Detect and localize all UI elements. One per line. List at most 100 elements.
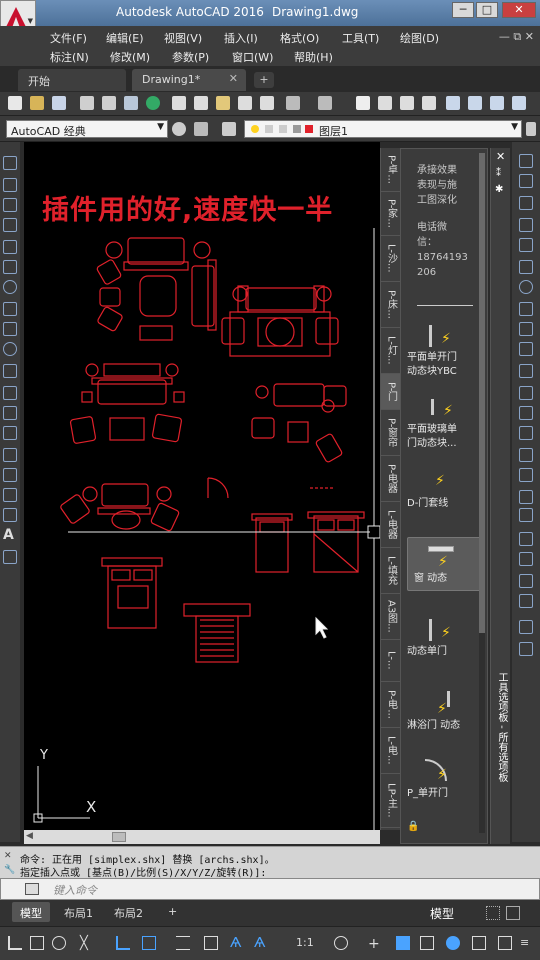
bring-front-icon[interactable] — [519, 552, 533, 566]
fillet-icon[interactable] — [519, 468, 533, 482]
menu-view[interactable]: 视图(V) — [164, 30, 202, 46]
draw-order-icon[interactable] — [519, 532, 533, 546]
customization-icon[interactable] — [498, 936, 512, 950]
tab-layout2[interactable]: 布局2 — [106, 902, 151, 922]
tool-dynamic-single-door[interactable]: ⚡ 动态单门 — [407, 615, 481, 659]
tab-start[interactable]: 开始 — [18, 69, 126, 91]
quick-properties-icon[interactable] — [472, 936, 486, 950]
explode-icon[interactable] — [519, 508, 533, 522]
drawing-canvas[interactable]: 插件用的好,速度快一半 Y X — [24, 142, 380, 830]
erase-icon[interactable] — [519, 154, 533, 168]
revision-cloud-icon[interactable] — [3, 302, 17, 316]
join-icon[interactable] — [519, 426, 533, 440]
tool-palettes-icon[interactable] — [490, 96, 504, 110]
gear-icon[interactable] — [172, 122, 186, 136]
maximize-button[interactable]: □ — [476, 2, 498, 18]
open-icon[interactable] — [30, 96, 44, 110]
new-icon[interactable] — [8, 96, 22, 110]
palette-tab-7[interactable]: P-电器 — [381, 456, 401, 502]
command-input[interactable]: 键入命令 — [0, 878, 540, 900]
polyline-icon[interactable] — [3, 198, 17, 212]
palette-tab-10[interactable]: A3图... — [381, 594, 401, 640]
autohide-icon[interactable]: ⁑ — [496, 168, 501, 179]
hatch-icon[interactable] — [3, 448, 17, 462]
make-current-icon[interactable] — [526, 122, 536, 136]
extend-icon[interactable] — [519, 364, 533, 378]
properties-icon[interactable] — [446, 96, 460, 110]
auto-scale-icon[interactable]: Ѧ — [254, 936, 268, 951]
tool-door-trim[interactable]: ⚡ D-门套线 — [407, 467, 481, 511]
array-icon[interactable] — [519, 238, 533, 252]
arc-icon[interactable] — [3, 260, 17, 274]
ellipse-arc-icon[interactable] — [3, 364, 17, 378]
undo-icon[interactable] — [286, 96, 300, 110]
tab-drawing1[interactable]: Drawing1* ✕ — [132, 69, 246, 91]
palette-tab-13[interactable]: L-电... — [381, 728, 401, 774]
palette-tab-14[interactable]: LP-主... — [381, 774, 401, 828]
palette-tab-1[interactable]: P-家... — [381, 192, 401, 236]
copy-object-icon[interactable] — [519, 174, 533, 188]
menu-window[interactable]: 窗口(W) — [232, 49, 273, 65]
close-icon[interactable]: ✕ — [229, 72, 238, 85]
scrollbar-thumb[interactable] — [112, 832, 126, 842]
design-center-icon[interactable] — [468, 96, 482, 110]
new-tab-button[interactable]: + — [254, 72, 274, 88]
text-front-icon[interactable] — [519, 642, 533, 656]
wrench-icon[interactable]: 🔧 — [4, 865, 15, 875]
spline-icon[interactable] — [3, 322, 17, 336]
menu-icon[interactable]: ≡ — [520, 936, 534, 950]
polar-icon[interactable] — [30, 936, 44, 950]
sheet-set-icon[interactable] — [512, 96, 526, 110]
circle-icon[interactable] — [3, 280, 17, 294]
tool-single-door-ybc[interactable]: ⚡ 平面单开门 动态块YBC — [407, 321, 481, 379]
save-icon[interactable] — [52, 96, 66, 110]
snap-icon[interactable] — [506, 906, 520, 920]
table-icon[interactable] — [3, 508, 17, 522]
blend-curves-icon[interactable] — [519, 490, 533, 504]
model-space-button[interactable]: 模型 — [430, 905, 454, 922]
line-icon[interactable] — [3, 156, 17, 170]
workspace-settings-icon[interactable] — [194, 122, 208, 136]
menu-parametric[interactable]: 参数(P) — [172, 49, 209, 65]
menu-dimension[interactable]: 标注(N) — [50, 49, 89, 65]
dynamic-ucs-icon[interactable] — [116, 936, 130, 950]
chamfer-icon[interactable] — [519, 448, 533, 462]
transparency-icon[interactable] — [204, 936, 218, 950]
palette-tab-2[interactable]: L-沙... — [381, 236, 401, 282]
zoom-realtime-icon[interactable] — [378, 96, 392, 110]
construction-line-icon[interactable] — [3, 178, 17, 192]
palette-tab-0[interactable]: P-卓... — [381, 148, 401, 192]
publish-icon[interactable] — [146, 96, 160, 110]
polygon-icon[interactable] — [3, 218, 17, 232]
cut-icon[interactable] — [172, 96, 186, 110]
palette-tab-11[interactable]: L-... — [381, 640, 401, 682]
palette-tab-4[interactable]: L-灯... — [381, 328, 401, 374]
menu-tools[interactable]: 工具(T) — [342, 30, 379, 46]
lineweight-icon[interactable] — [176, 936, 190, 950]
document-window-controls[interactable]: — ⧉ ✕ — [499, 30, 534, 44]
tool-shower-door[interactable]: ⚡ 淋浴门 动态 — [407, 689, 481, 733]
close-icon[interactable]: ✕ — [496, 150, 505, 163]
menu-file[interactable]: 文件(F) — [50, 30, 87, 46]
tool-glass-single-door[interactable]: ⚡ 平面玻璃单 门动态块... — [407, 393, 481, 451]
redo-icon[interactable] — [318, 96, 332, 110]
point-icon[interactable] — [3, 426, 17, 440]
close-icon[interactable]: ✕ — [4, 851, 14, 861]
palette-tab-3[interactable]: P-床... — [381, 282, 401, 328]
insert-block-icon[interactable] — [3, 386, 17, 400]
send-back-icon[interactable] — [519, 574, 533, 588]
horizontal-scrollbar[interactable]: ◀ — [24, 830, 380, 844]
menu-format[interactable]: 格式(O) — [280, 30, 319, 46]
copy-icon[interactable] — [194, 96, 208, 110]
tab-model[interactable]: 模型 — [12, 902, 50, 922]
zoom-previous-icon[interactable] — [422, 96, 436, 110]
scale-icon[interactable] — [519, 302, 533, 316]
gear-icon[interactable] — [334, 936, 348, 950]
move-icon[interactable] — [519, 260, 533, 274]
trim-icon[interactable] — [519, 342, 533, 356]
annotation-visibility-icon[interactable]: Ѧ — [230, 936, 244, 951]
palette-tab-6[interactable]: P-窗帘 — [381, 410, 401, 456]
object-snap-icon[interactable] — [52, 936, 66, 950]
layer-select[interactable]: 图层1 ▼ — [244, 120, 522, 138]
zoom-window-icon[interactable] — [400, 96, 414, 110]
